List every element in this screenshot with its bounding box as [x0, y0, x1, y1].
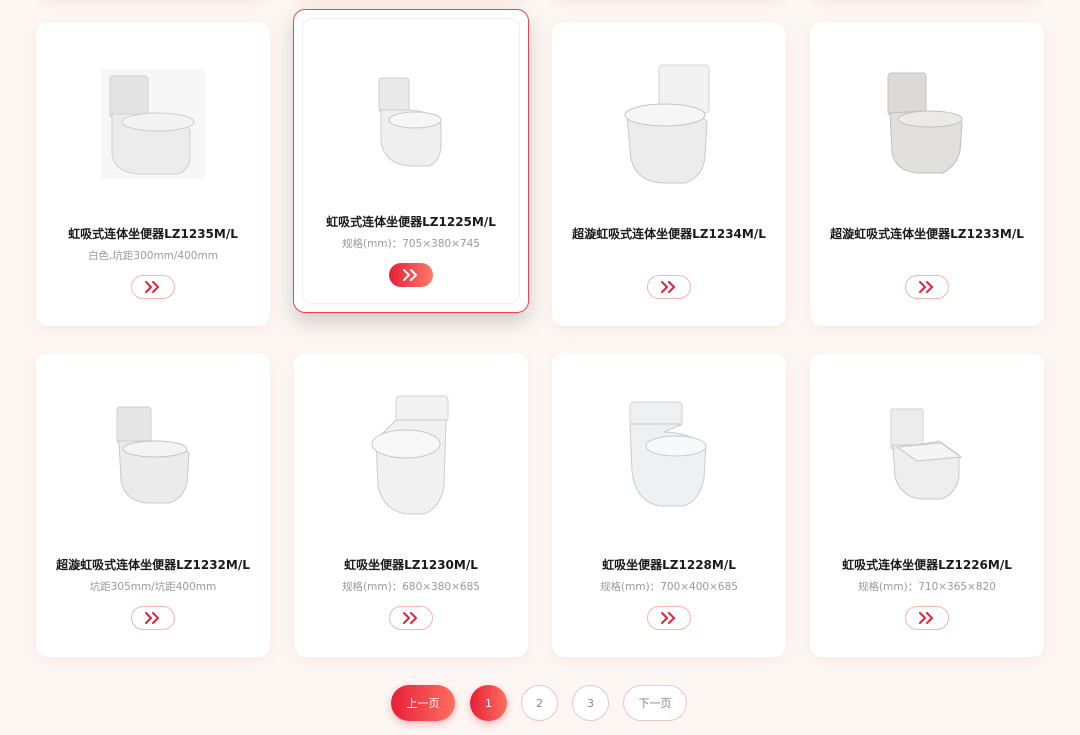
product-title[interactable]: 超漩虹吸式连体坐便器LZ1232M/L [36, 556, 270, 573]
product-spec: 坑距305mm/坑距400mm [89, 581, 217, 593]
toilet-image [887, 72, 963, 173]
product-image[interactable] [599, 375, 739, 535]
prev-page-button[interactable]: 上一页 [391, 685, 455, 721]
product-spec: 规格(mm)：710×365×820 [858, 581, 996, 593]
product-image[interactable] [341, 42, 481, 202]
toilet-image [116, 406, 190, 503]
product-spec: 规格(mm)：705×380×745 [342, 238, 480, 250]
product-spec: 规格(mm)：680×380×685 [342, 581, 480, 593]
next-page-button[interactable]: 下一页 [623, 685, 687, 721]
product-title[interactable]: 超漩虹吸式连体坐便器LZ1234M/L [552, 225, 786, 242]
product-image[interactable] [857, 44, 997, 204]
page-button[interactable]: 2 [521, 685, 558, 721]
product-card[interactable]: 虹吸坐便器LZ1228M/L 规格(mm)：700×400×685 [552, 353, 786, 657]
product-image[interactable] [857, 375, 997, 535]
double-chevron-right-icon [403, 269, 417, 281]
page-button[interactable]: 3 [572, 685, 609, 721]
product-card[interactable]: 超漩虹吸式连体坐便器LZ1233M/L [810, 22, 1044, 326]
product-card[interactable]: 虹吸式连体坐便器LZ1226M/L 规格(mm)：710×365×820 [810, 353, 1044, 657]
product-title[interactable]: 虹吸式连体坐便器LZ1225M/L [294, 213, 528, 230]
more-button[interactable] [389, 606, 433, 630]
more-button[interactable] [905, 606, 949, 630]
page-button-current[interactable]: 1 [470, 685, 507, 721]
product-card[interactable]: 超漩虹吸式连体坐便器LZ1234M/L [552, 22, 786, 326]
toilet-image [371, 395, 449, 515]
product-list-page: 虹吸式连体坐便器LZ1235M/L 白色,坑距300mm/400mm 虹吸式连体… [0, 0, 1080, 735]
product-title[interactable]: 虹吸式连体坐便器LZ1226M/L [810, 556, 1044, 573]
toilet-image [378, 77, 442, 167]
double-chevron-right-icon [661, 612, 675, 624]
double-chevron-right-icon [919, 281, 933, 293]
product-card[interactable]: 虹吸式连体坐便器LZ1235M/L 白色,坑距300mm/400mm [36, 22, 270, 326]
more-button[interactable] [131, 606, 175, 630]
more-button[interactable] [905, 275, 949, 299]
product-spec: 白色,坑距300mm/400mm [88, 250, 218, 262]
product-title[interactable]: 虹吸式连体坐便器LZ1235M/L [36, 225, 270, 242]
double-chevron-right-icon [661, 281, 675, 293]
product-image[interactable] [341, 375, 481, 535]
more-button[interactable] [647, 606, 691, 630]
product-image[interactable] [83, 375, 223, 535]
toilet-image [629, 401, 707, 506]
more-button[interactable] [647, 275, 691, 299]
toilet-image [101, 69, 205, 179]
toilet-image [624, 64, 710, 184]
pagination: 上一页 1 2 3 下一页 [0, 685, 1080, 721]
double-chevron-right-icon [145, 612, 159, 624]
double-chevron-right-icon [919, 612, 933, 624]
more-button[interactable] [389, 263, 433, 287]
double-chevron-right-icon [145, 281, 159, 293]
toilet-image [890, 408, 963, 500]
product-title[interactable]: 虹吸坐便器LZ1228M/L [552, 556, 786, 573]
product-card[interactable]: 虹吸坐便器LZ1230M/L 规格(mm)：680×380×685 [294, 353, 528, 657]
product-image[interactable] [599, 44, 739, 204]
product-image[interactable] [83, 44, 223, 204]
product-card[interactable]: 超漩虹吸式连体坐便器LZ1232M/L 坑距305mm/坑距400mm [36, 353, 270, 657]
product-title[interactable]: 超漩虹吸式连体坐便器LZ1233M/L [810, 225, 1044, 242]
double-chevron-right-icon [403, 612, 417, 624]
more-button[interactable] [131, 275, 175, 299]
product-spec: 规格(mm)：700×400×685 [600, 581, 738, 593]
product-card-active[interactable]: 虹吸式连体坐便器LZ1225M/L 规格(mm)：705×380×745 [293, 9, 529, 313]
product-grid: 虹吸式连体坐便器LZ1235M/L 白色,坑距300mm/400mm 虹吸式连体… [36, 9, 1044, 657]
product-title[interactable]: 虹吸坐便器LZ1230M/L [294, 556, 528, 573]
